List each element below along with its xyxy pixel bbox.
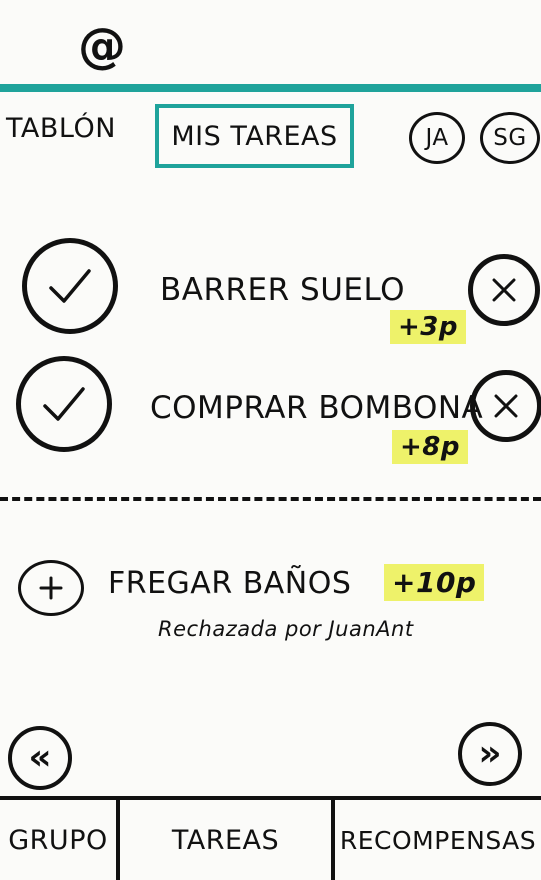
close-icon [494,394,518,418]
plus-icon [39,576,63,600]
tab-my-tasks[interactable]: MIS TAREAS [155,104,354,168]
avatar-initials: SG [493,125,527,151]
avatar-ja[interactable]: JA [409,112,465,164]
nav-label: TAREAS [171,824,280,856]
check-icon [49,269,91,303]
remove-task-button[interactable] [470,370,541,442]
check-icon [43,387,85,421]
double-chevron-left-icon: « [28,737,52,778]
avatar-initials: JA [425,125,449,151]
bottom-nav: GRUPO TAREAS RECOMPENSAS [0,796,541,880]
section-divider [0,497,541,501]
complete-task-button[interactable] [16,356,112,452]
double-chevron-right-icon: » [478,733,502,774]
avatar-sg[interactable]: SG [480,112,540,164]
app-logo: @ [78,18,127,74]
readd-task-button[interactable] [18,560,84,616]
complete-task-button[interactable] [22,238,118,334]
rejection-note: Rechazada por JuanAnt [158,617,414,641]
task-title: FREGAR BAÑOS [108,566,352,601]
nav-rewards[interactable]: RECOMPENSAS [335,800,541,880]
tab-my-tasks-label: MIS TAREAS [171,120,338,152]
previous-page-button[interactable]: « [8,726,72,790]
close-icon [492,278,516,302]
next-page-button[interactable]: » [458,722,522,786]
task-title: BARRER SUELO [160,272,406,308]
task-points-badge: +3p [390,310,466,344]
nav-group[interactable]: GRUPO [0,800,120,880]
nav-tasks[interactable]: TAREAS [120,800,335,880]
task-points-badge: +10p [384,564,485,601]
nav-label: GRUPO [8,824,108,856]
tab-board[interactable]: TABLÓN [6,113,116,144]
task-points-badge: +8p [392,430,468,464]
nav-label: RECOMPENSAS [339,825,537,855]
remove-task-button[interactable] [468,254,540,326]
header-divider [0,84,541,92]
task-title: COMPRAR BOMBONA [150,390,484,426]
